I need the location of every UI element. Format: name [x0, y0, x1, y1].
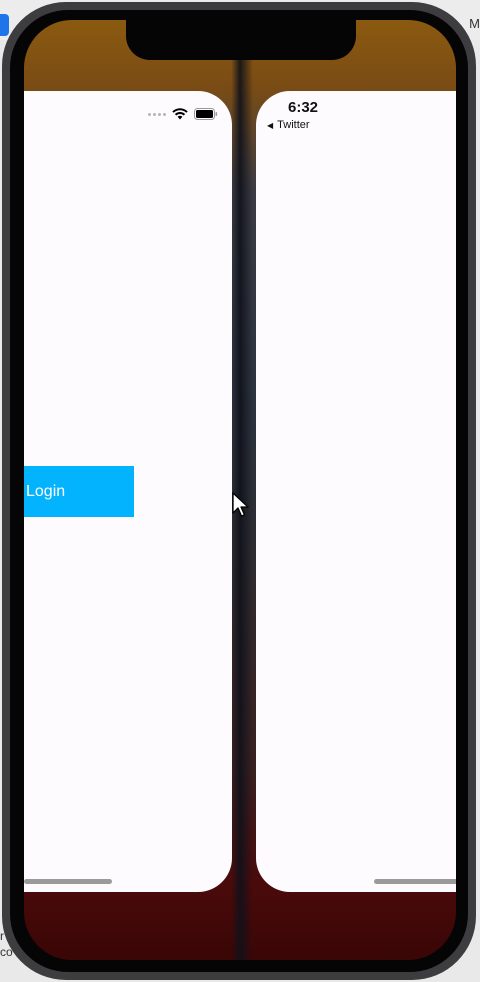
- back-arrow-icon: ◀: [267, 120, 274, 130]
- login-button[interactable]: Login: [24, 466, 134, 517]
- app-switcher-screen[interactable]: Login 6:32 ◀ Twitter: [24, 20, 456, 960]
- host-app-badge: [0, 14, 9, 36]
- home-indicator[interactable]: [374, 879, 456, 884]
- back-link-label: Twitter: [277, 119, 310, 131]
- mouse-pointer-icon: [232, 492, 249, 517]
- signal-icon: [148, 112, 166, 116]
- notch: [126, 20, 356, 60]
- status-bar-icons: [148, 108, 218, 120]
- host-menu-letter: M: [469, 16, 480, 31]
- battery-icon: [194, 108, 218, 120]
- back-to-twitter-link[interactable]: ◀ Twitter: [267, 119, 310, 131]
- app-card-login[interactable]: Login: [24, 91, 232, 892]
- app-card-blank[interactable]: 6:32 ◀ Twitter: [256, 91, 456, 892]
- wifi-icon: [172, 108, 188, 120]
- home-indicator[interactable]: [24, 879, 112, 884]
- status-time: 6:32: [288, 99, 319, 116]
